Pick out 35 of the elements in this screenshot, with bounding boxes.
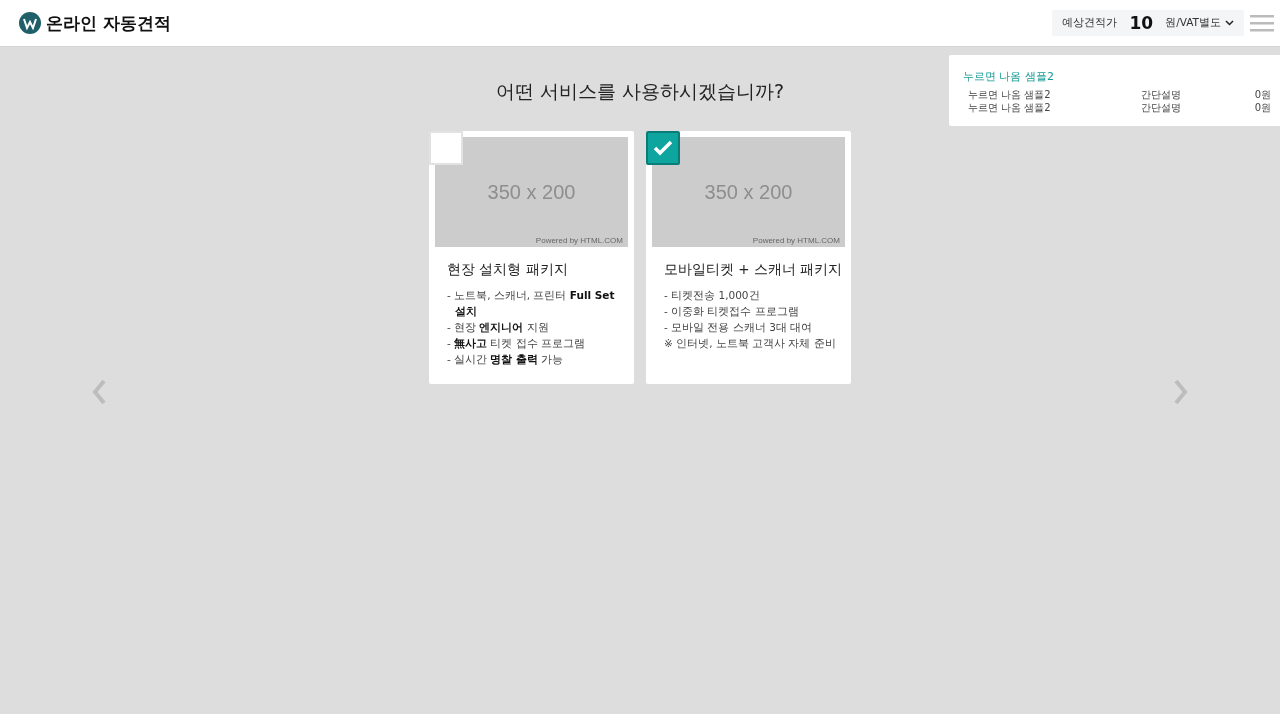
- image-credit: Powered by HTML.COM: [752, 236, 840, 245]
- card-title: 모바일티켓 + 스캐너 패키지: [664, 261, 844, 279]
- item-price: 0원: [1253, 88, 1271, 101]
- estimate-label: 예상견적가: [1062, 16, 1118, 30]
- item-name: 누르면 나옴 샘플2: [968, 101, 1052, 114]
- feature-line: - 이중화 티켓접수 프로그램: [664, 304, 800, 319]
- item-description: 간단설명: [1141, 88, 1182, 101]
- service-card[interactable]: 350 x 200 Powered by HTML.COM 모바일티켓 + 스캐너 패키지 - 티켓전송 1,000건 - 이중화 티켓접수 프로그램 - 모바일 전용 스캐너 3대 대여 ※ 인터넷, 노트북 고객사 자체 준비: [646, 131, 851, 384]
- feature-line: - 無사고 티켓 접수 프로그램: [447, 336, 587, 351]
- app-title: 온라인 자동견적: [46, 11, 171, 35]
- chevron-left-icon[interactable]: [90, 378, 108, 406]
- menu-icon[interactable]: [1250, 13, 1274, 33]
- item-name: 누르면 나옴 샘플2: [968, 88, 1052, 101]
- chevron-right-icon[interactable]: [1172, 378, 1190, 406]
- caret-icon: [1225, 20, 1234, 26]
- check-icon: [653, 140, 673, 156]
- item-description: 간단설명: [1141, 101, 1182, 114]
- image-size-label: 350 x 200: [704, 180, 793, 204]
- question-heading: 어떤 서비스를 사용하시겠습니까?: [495, 79, 785, 104]
- feature-line: - 모바일 전용 스캐너 3대 대여: [664, 320, 814, 335]
- card-title: 현장 설치형 패키지: [447, 261, 569, 279]
- panel-title: 누르면 나옴 샘플2: [963, 69, 1055, 84]
- feature-line: - 현장 엔지니어 지원: [447, 320, 550, 335]
- feature-line: - 실시간 명찰 출력 가능: [447, 352, 565, 367]
- logo-icon: [19, 12, 41, 34]
- image-credit: Powered by HTML.COM: [535, 236, 623, 245]
- feature-line: ※ 인터넷, 노트북 고객사 자체 준비: [664, 336, 837, 351]
- service-card[interactable]: 350 x 200 Powered by HTML.COM 현장 설치형 패키지 - 노트북, 스캐너, 프린터 Full Set 설치 - 현장 엔지니어 지원 - 無사고 티켓 접수 프로그램 - 실시간 명찰 출력 가능: [429, 131, 634, 384]
- feature-line: - 노트북, 스캐너, 프린터 Full Set 설치: [447, 288, 616, 319]
- image-size-label: 350 x 200: [487, 180, 576, 204]
- item-price: 0원: [1253, 101, 1271, 114]
- checkbox[interactable]: [646, 131, 680, 165]
- feature-line: - 티켓전송 1,000건: [664, 288, 761, 303]
- estimate-amount: 10: [1129, 13, 1154, 33]
- unit-dropdown[interactable]: 원/VAT별도: [1165, 16, 1234, 30]
